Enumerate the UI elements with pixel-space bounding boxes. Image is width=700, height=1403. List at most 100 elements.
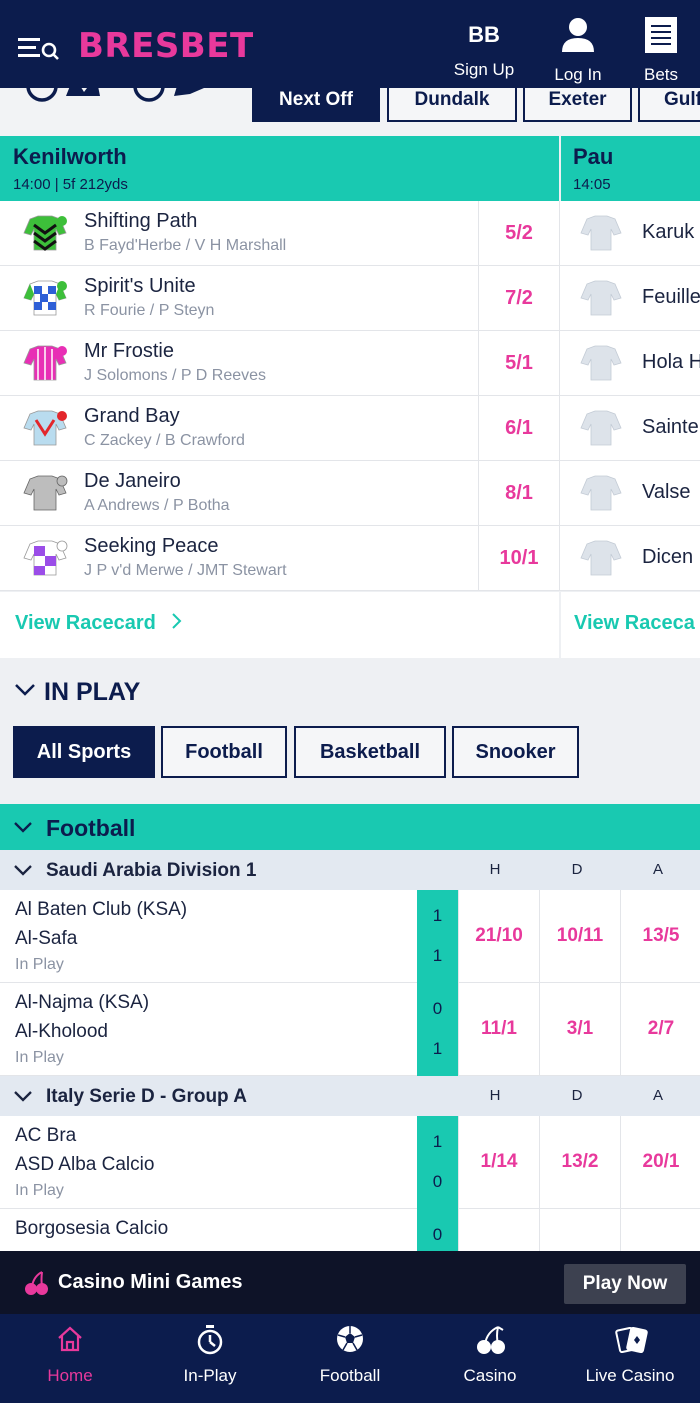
play-now-button[interactable]: Play Now <box>564 1264 686 1304</box>
bresbet-logo[interactable]: BRESBET <box>78 26 254 66</box>
nav-label: Football <box>319 1366 381 1385</box>
event-row[interactable]: Al Baten Club (KSA) Al-Safa In Play 11 2… <box>0 890 700 983</box>
bottom-navigation: Home In-Play Football Casino Live Casino <box>0 1314 700 1403</box>
event-row[interactable]: AC Bra ASD Alba Calcio In Play 10 1/14 1… <box>0 1116 700 1209</box>
odds-home-button[interactable]: 1/14 <box>458 1116 539 1209</box>
chevron-down-icon <box>14 865 32 876</box>
odds-button[interactable]: 7/2 <box>478 266 560 330</box>
runner-row: Grand Bay C Zackey / B Crawford 6/1 Sain… <box>0 396 700 461</box>
odds-button[interactable]: 5/2 <box>478 201 560 265</box>
filter-football[interactable]: Football <box>161 726 287 778</box>
jockey-silks-icon <box>580 345 622 381</box>
jockey-silks-icon <box>23 345 67 381</box>
column-draw: D <box>571 861 583 878</box>
home-team: Al Baten Club (KSA) <box>15 899 188 920</box>
event-status: In Play <box>15 1182 64 1199</box>
casino-mini-games-banner[interactable]: Casino Mini Games Play Now <box>0 1251 700 1314</box>
nav-label: In-Play <box>183 1366 237 1385</box>
football-section-header[interactable]: Football <box>0 804 700 850</box>
tab-dundalk[interactable]: Dundalk <box>387 88 517 122</box>
competition-name: Italy Serie D - Group A <box>46 1086 247 1107</box>
view-racecard-link[interactable]: View Raceca <box>574 612 695 635</box>
log-in-button[interactable]: Log In <box>546 16 610 85</box>
jockey-silks-icon <box>23 410 67 446</box>
odds-draw-button[interactable]: 13/2 <box>539 1116 620 1209</box>
odds-button[interactable]: 8/1 <box>478 461 560 525</box>
odds-button[interactable]: 10/1 <box>478 526 560 590</box>
view-racecard-link[interactable]: View Racecard <box>15 612 185 635</box>
odds-away-button[interactable]: 2/7 <box>620 983 700 1076</box>
nav-home[interactable]: Home <box>0 1314 140 1403</box>
sign-up-button[interactable]: BB Sign Up <box>448 16 520 80</box>
event-row[interactable]: Al-Najma (KSA) Al-Kholood In Play 01 11/… <box>0 983 700 1076</box>
home-team: Al-Najma (KSA) <box>15 992 150 1013</box>
score-away: 1 <box>432 946 443 965</box>
runner-connections: J Solomons / P D Reeves <box>84 367 267 384</box>
runner-connections: J P v'd Merwe / JMT Stewart <box>84 562 287 579</box>
jockey-silks-icon <box>23 280 67 316</box>
away-team: ASD Alba Calcio <box>15 1154 155 1175</box>
runner-row: De Janeiro A Andrews / P Botha 8/1 Valse <box>0 461 700 526</box>
cherries-icon <box>477 1326 505 1354</box>
stopwatch-icon <box>197 1325 223 1355</box>
tab-exeter[interactable]: Exeter <box>523 88 632 122</box>
race-tabs-bar: Next Off Dundalk Exeter Gulf <box>0 88 700 136</box>
score-box: 11 <box>417 890 458 983</box>
column-home: H <box>489 861 501 878</box>
runner-connections: C Zackey / B Crawford <box>84 432 245 449</box>
runner-connections: A Andrews / P Botha <box>84 497 230 514</box>
jockey-silks-icon <box>580 475 622 511</box>
race-header-kenilworth[interactable]: Kenilworth 14:00 | 5f 212yds <box>0 136 559 201</box>
odds-home-button[interactable]: 21/10 <box>458 890 539 983</box>
nav-live-casino[interactable]: Live Casino <box>560 1314 700 1403</box>
chevron-right-icon <box>172 613 182 629</box>
odds-button[interactable]: 6/1 <box>478 396 560 460</box>
tab-next-off[interactable]: Next Off <box>252 88 380 122</box>
column-away: A <box>652 861 663 878</box>
football-icon <box>337 1326 363 1352</box>
nav-casino[interactable]: Casino <box>420 1314 560 1403</box>
jockey-silks-icon <box>23 540 68 576</box>
playing-cards-icon <box>615 1326 648 1354</box>
menu-search-icon[interactable] <box>18 34 60 62</box>
bets-button[interactable]: Bets <box>634 16 688 85</box>
tab-gulf[interactable]: Gulf <box>638 88 700 122</box>
column-divider <box>559 592 561 658</box>
runner-connections: B Fayd'Herbe / V H Marshall <box>84 237 287 254</box>
race-info: 14:00 | 5f 212yds <box>13 176 128 193</box>
runner-name: Shifting Path <box>84 210 198 232</box>
competition-header[interactable]: Italy Serie D - Group A H D A <box>0 1076 700 1116</box>
view-racecard-row: View Racecard View Raceca <box>0 592 700 658</box>
log-in-label: Log In <box>554 65 602 84</box>
odds-button[interactable]: 5/1 <box>478 331 560 395</box>
competition-header[interactable]: Saudi Arabia Division 1 H D A <box>0 850 700 890</box>
score-box: 10 <box>417 1116 458 1209</box>
odds-draw-button[interactable]: 10/11 <box>539 890 620 983</box>
race-info: 14:05 <box>573 176 611 193</box>
in-play-title: IN PLAY <box>44 678 141 706</box>
nav-football[interactable]: Football <box>280 1314 420 1403</box>
filter-basketball[interactable]: Basketball <box>294 726 446 778</box>
bets-label: Bets <box>643 65 679 84</box>
chevron-down-icon <box>14 822 32 833</box>
odds-away-button[interactable]: 20/1 <box>620 1116 700 1209</box>
column-away: A <box>652 1087 663 1104</box>
sport-section-title: Football <box>46 815 136 841</box>
runner-row: Spirit's Unite R Fourie / P Steyn 7/2 Fe… <box>0 266 700 331</box>
score-away: 1 <box>432 1039 443 1058</box>
runner-connections: R Fourie / P Steyn <box>84 302 215 319</box>
odds-home-button[interactable]: 11/1 <box>458 983 539 1076</box>
filter-snooker[interactable]: Snooker <box>452 726 579 778</box>
nav-label: Home <box>47 1366 93 1385</box>
odds-away-button[interactable]: 13/5 <box>620 890 700 983</box>
runner-name: Hola H <box>642 351 700 373</box>
race-header-pau[interactable]: Pau 14:05 <box>561 136 700 201</box>
jockey-silks-icon <box>580 280 622 316</box>
user-icon <box>562 18 594 52</box>
nav-in-play[interactable]: In-Play <box>140 1314 280 1403</box>
odds-draw-button[interactable]: 3/1 <box>539 983 620 1076</box>
in-play-section-header[interactable]: IN PLAY <box>14 678 140 707</box>
filter-all-sports[interactable]: All Sports <box>13 726 155 778</box>
runner-name: Grand Bay <box>84 405 180 427</box>
runner-name: Valse <box>642 481 691 503</box>
